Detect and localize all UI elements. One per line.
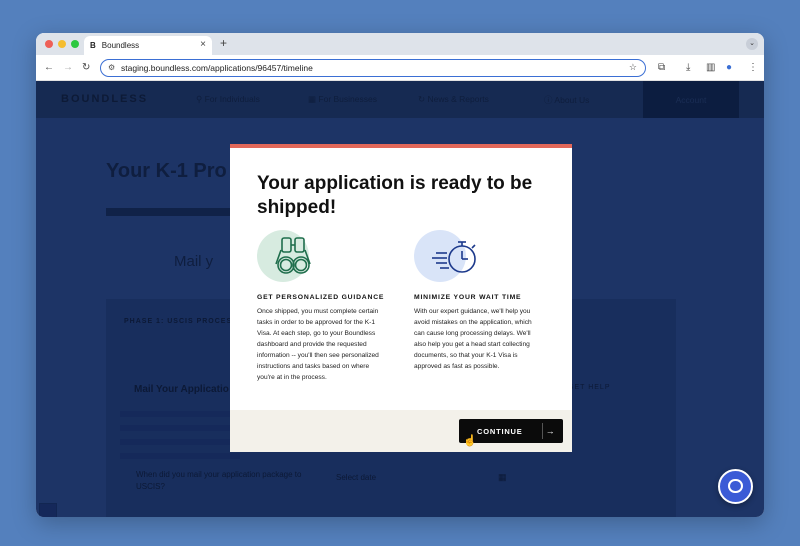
- tab-search-icon[interactable]: ⌄: [746, 38, 758, 50]
- browser-toolbar: ← → ↻ ⚙ staging.boundless.com/applicatio…: [36, 55, 764, 81]
- guidance-heading: GET PERSONALIZED GUIDANCE: [257, 294, 385, 301]
- shipped-modal: Your application is ready to be shipped!: [230, 144, 572, 452]
- progress-bar: [106, 208, 236, 216]
- new-tab-icon[interactable]: +: [220, 36, 227, 50]
- get-help-label: GET HELP: [568, 384, 611, 391]
- profile-icon[interactable]: ●: [726, 62, 732, 74]
- modal-title: Your application is ready to be shipped!: [257, 173, 533, 218]
- guidance-column: GET PERSONALIZED GUIDANCE Once shipped, …: [257, 228, 387, 383]
- wait-time-column: MINIMIZE YOUR WAIT TIME With our expert …: [414, 228, 544, 372]
- refresh-icon: ↻: [418, 94, 426, 104]
- nav-label: About Us: [554, 95, 590, 105]
- step-heading: Mail Your Applicatio: [134, 384, 229, 395]
- url-text: staging.boundless.com/applications/96457…: [121, 63, 313, 73]
- calendar-icon[interactable]: ▦: [498, 472, 507, 483]
- bookmark-star-icon[interactable]: ☆: [629, 62, 637, 73]
- nav-label: News & Reports: [427, 94, 489, 104]
- window-controls: [45, 40, 79, 48]
- arrow-right-icon: →: [542, 423, 558, 439]
- close-window-button[interactable]: [45, 40, 53, 48]
- side-tool-button[interactable]: [39, 503, 57, 517]
- reload-icon[interactable]: ↻: [82, 62, 90, 74]
- hand-cursor-icon: ☝: [463, 435, 477, 447]
- chat-icon: [728, 479, 743, 493]
- minimize-window-button[interactable]: [58, 40, 66, 48]
- site-logo[interactable]: BOUNDLESS: [61, 93, 148, 105]
- modal-footer: CONTINUE →: [230, 410, 572, 452]
- tab-strip: B Boundless × + ⌄: [36, 33, 764, 55]
- close-tab-icon[interactable]: ×: [200, 39, 206, 50]
- stopwatch-icon: [414, 228, 484, 286]
- browser-tab[interactable]: B Boundless ×: [84, 36, 212, 55]
- maximize-window-button[interactable]: [71, 40, 79, 48]
- download-icon[interactable]: ⤓: [686, 62, 690, 74]
- binoculars-icon: [257, 228, 327, 286]
- site-info-icon[interactable]: ⚙: [108, 63, 115, 72]
- page-content: BOUNDLESS ⚲ For Individuals ▦ For Busine…: [36, 81, 764, 517]
- bg-heading: Mail y: [174, 253, 214, 270]
- text-line: [120, 439, 240, 445]
- person-icon: ⚲: [196, 94, 203, 104]
- favicon-icon: B: [90, 41, 96, 50]
- info-icon: ⓘ: [544, 95, 553, 105]
- tab-title: Boundless: [101, 41, 140, 50]
- nav-news-reports[interactable]: ↻ News & Reports: [418, 94, 489, 105]
- extensions-icon[interactable]: ⧉: [658, 62, 665, 74]
- wait-time-body: With our expert guidance, we'll help you…: [414, 308, 532, 370]
- modal-accent-bar: [230, 144, 572, 148]
- mail-date-question: When did you mail your application packa…: [136, 470, 302, 491]
- page-title: Your K-1 Pro: [106, 160, 227, 182]
- continue-label: CONTINUE: [477, 426, 523, 436]
- nav-label: For Businesses: [318, 94, 377, 104]
- menu-icon[interactable]: ⋮: [748, 62, 758, 74]
- building-icon: ▦: [308, 94, 317, 104]
- browser-window: B Boundless × + ⌄ ← → ↻ ⚙ staging.boundl…: [36, 33, 764, 517]
- forward-icon[interactable]: →: [63, 62, 73, 74]
- text-line: [120, 411, 240, 417]
- site-nav: BOUNDLESS ⚲ For Individuals ▦ For Busine…: [36, 81, 764, 118]
- nav-for-businesses[interactable]: ▦ For Businesses: [308, 94, 377, 105]
- nav-about-us[interactable]: ⓘ About Us: [544, 94, 589, 106]
- back-icon[interactable]: ←: [44, 62, 54, 74]
- date-input[interactable]: Select date: [336, 473, 376, 482]
- guidance-body: Once shipped, you must complete certain …: [257, 308, 379, 381]
- wait-time-heading: MINIMIZE YOUR WAIT TIME: [414, 294, 522, 301]
- sidepanel-icon[interactable]: ▥: [706, 62, 715, 74]
- text-line: [120, 425, 240, 431]
- account-label: Account: [675, 94, 707, 105]
- nav-for-individuals[interactable]: ⚲ For Individuals: [196, 94, 260, 105]
- nav-label: For Individuals: [204, 94, 260, 104]
- text-line: [120, 453, 240, 459]
- chat-button[interactable]: [718, 469, 753, 504]
- address-bar[interactable]: ⚙ staging.boundless.com/applications/964…: [100, 59, 646, 77]
- phase-label: PHASE 1: USCIS PROCESSI: [124, 318, 241, 325]
- account-button[interactable]: Account: [643, 81, 739, 118]
